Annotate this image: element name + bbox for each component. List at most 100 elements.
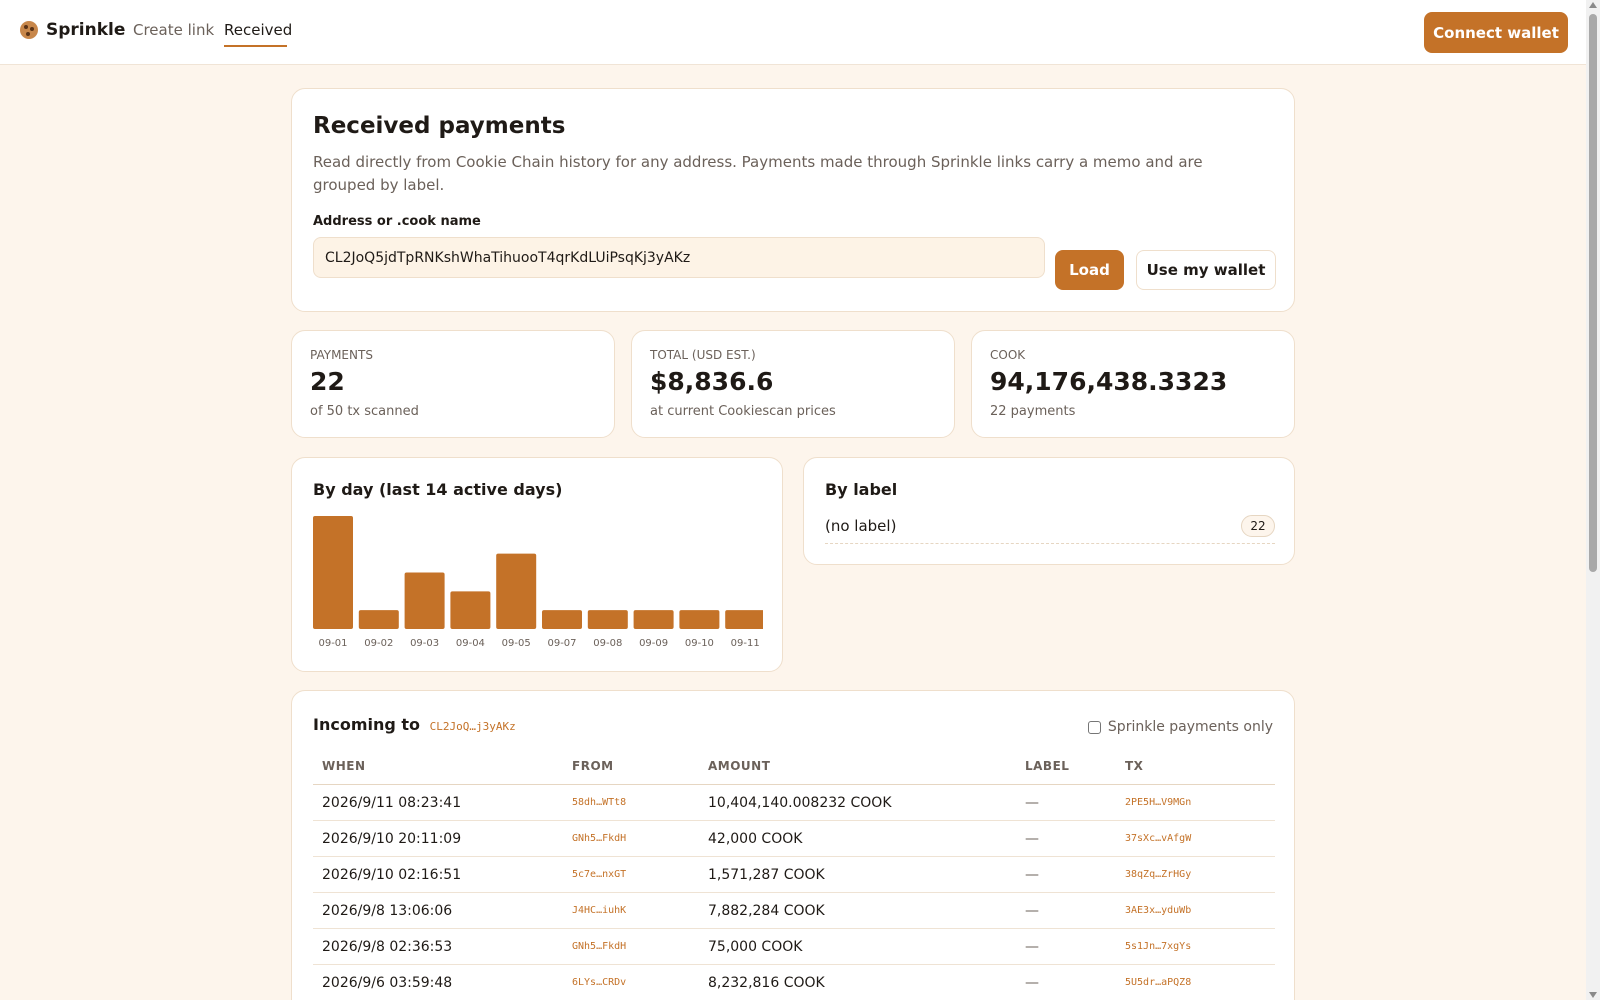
cell-when: 2026/9/11 08:23:41: [322, 795, 462, 811]
page-description: Read directly from Cookie Chain history …: [313, 153, 1203, 194]
cell-when: 2026/9/8 13:06:06: [322, 903, 453, 919]
cell-amount: 8,232,816 COOK: [708, 975, 825, 991]
table-row[interactable]: 2026/9/10 02:16:51 5c7e…nxGT 1,571,287 COO…: [313, 857, 1275, 893]
scrollbar[interactable]: [1586, 0, 1600, 1000]
nav-received[interactable]: Received: [224, 21, 292, 39]
cell-label: —: [1025, 831, 1039, 847]
cell-amount: 75,000 COOK: [708, 939, 803, 955]
sprinkle-only-checkbox[interactable]: [1087, 720, 1101, 734]
cell-label: —: [1025, 975, 1039, 991]
cell-from-link[interactable]: GNh5…FkdH: [572, 833, 626, 844]
sprinkle-only-label: Sprinkle payments only: [1107, 719, 1273, 735]
label-name: (no label): [825, 517, 897, 535]
chart-title: By day (last 14 active days): [313, 480, 563, 499]
chart-bar: [587, 610, 628, 629]
stat-label: PAYMENTS: [310, 348, 373, 362]
column-header-amount[interactable]: AMOUNT: [708, 759, 770, 773]
cell-tx-link[interactable]: 5U5dr…aPQZ8: [1125, 977, 1191, 988]
column-header-label[interactable]: LABEL: [1025, 759, 1069, 773]
chart-tick-label: 09-09: [639, 638, 668, 649]
chart-tick-label: 09-03: [410, 638, 439, 649]
incoming-title-text: Incoming to: [313, 715, 421, 734]
cell-tx-link[interactable]: 5s1Jn…7xgYs: [1125, 941, 1191, 952]
scroll-down-arrow-icon[interactable]: [1589, 992, 1597, 998]
use-my-wallet-button[interactable]: Use my wallet: [1136, 250, 1276, 290]
table-row[interactable]: 2026/9/6 03:59:48 6LYs…CRDv 8,232,816 COOK…: [313, 965, 1275, 1000]
cell-when: 2026/9/8 02:36:53: [322, 939, 453, 955]
cell-amount: 7,882,284 COOK: [708, 903, 825, 919]
chart-bar: [679, 610, 720, 629]
incoming-address[interactable]: CL2JoQ…j3yAKz: [430, 720, 516, 733]
table-row[interactable]: 2026/9/11 08:23:41 58dh…WTt8 10,404,140.00…: [313, 785, 1275, 821]
brand[interactable]: Sprinkle: [20, 20, 125, 40]
stat-value: 22: [310, 367, 345, 396]
stat-card-cook: COOK 94,176,438.3323 22 payments: [971, 330, 1295, 438]
cell-from-link[interactable]: 5c7e…nxGT: [572, 869, 626, 880]
incoming-title: Incoming to CL2JoQ…j3yAKz: [313, 715, 516, 734]
stat-value: $8,836.6: [650, 367, 774, 396]
chart-tick-label: 09-07: [547, 638, 576, 649]
cookie-icon: [20, 21, 38, 39]
chart-tick-label: 09-02: [364, 638, 393, 649]
received-payments-card: Received payments Read directly from Coo…: [291, 88, 1295, 312]
stat-subtext: of 50 tx scanned: [310, 404, 419, 419]
address-label: Address or .cook name: [313, 214, 481, 229]
chart-tick-label: 09-11: [731, 638, 760, 649]
scroll-thumb[interactable]: [1589, 14, 1597, 572]
cell-from-link[interactable]: J4HC…iuhK: [572, 905, 626, 916]
cell-label: —: [1025, 939, 1039, 955]
by-day-chart-card: By day (last 14 active days) 09-01 09-02 0…: [291, 457, 783, 672]
chart-bar: [313, 516, 353, 629]
cell-when: 2026/9/10 02:16:51: [322, 867, 462, 883]
stat-card-payments: PAYMENTS 22 of 50 tx scanned: [291, 330, 615, 438]
by-label-card: By label (no label) 22: [803, 457, 1295, 565]
chart-bar: [633, 610, 674, 629]
top-nav-bar: Sprinkle Create link Received Connect wa…: [0, 0, 1586, 65]
chart-tick-label: 09-08: [593, 638, 622, 649]
cell-amount: 1,571,287 COOK: [708, 867, 825, 883]
cell-tx-link[interactable]: 38qZq…ZrHGy: [1125, 869, 1191, 880]
chart-tick-label: 09-04: [456, 638, 485, 649]
incoming-table: WHEN FROM AMOUNT LABEL TX 2026/9/11 08:2…: [313, 749, 1275, 1000]
by-label-title: By label: [825, 480, 898, 499]
stat-subtext: 22 payments: [990, 404, 1076, 419]
cell-label: —: [1025, 867, 1039, 883]
cell-tx-link[interactable]: 3AE3x…yduWb: [1125, 905, 1191, 916]
chart-bar: [404, 572, 445, 629]
cell-tx-link[interactable]: 37sXc…vAfgW: [1125, 833, 1191, 844]
table-row[interactable]: 2026/9/10 20:11:09 GNh5…FkdH 42,000 COOK — 3…: [313, 821, 1275, 857]
chart-bar: [496, 553, 537, 629]
address-input[interactable]: [313, 237, 1045, 278]
cell-amount: 42,000 COOK: [708, 831, 803, 847]
cell-when: 2026/9/6 03:59:48: [322, 975, 453, 991]
chart-tick-label: 09-10: [685, 638, 714, 649]
stat-value: 94,176,438.3323: [990, 367, 1228, 396]
table-header: WHEN FROM AMOUNT LABEL TX: [313, 749, 1275, 785]
label-row[interactable]: (no label) 22: [825, 512, 1275, 544]
incoming-payments-card: Incoming to CL2JoQ…j3yAKz Sprinkle payme…: [291, 690, 1295, 1000]
load-button[interactable]: Load: [1055, 250, 1124, 290]
nav-create-link[interactable]: Create link: [133, 21, 214, 39]
chart-bar: [450, 591, 491, 629]
cell-from-link[interactable]: 58dh…WTt8: [572, 797, 626, 808]
cell-label: —: [1025, 903, 1039, 919]
sprinkle-only-filter[interactable]: Sprinkle payments only: [1087, 719, 1273, 735]
by-day-bar-chart: 09-01 09-02 09-03 09-04 09-05 09-07 09-08 09-09…: [313, 516, 763, 649]
column-header-from[interactable]: FROM: [572, 759, 614, 773]
page-title: Received payments: [313, 113, 566, 139]
chart-bar: [358, 610, 399, 629]
connect-wallet-button[interactable]: Connect wallet: [1424, 12, 1568, 53]
column-header-tx[interactable]: TX: [1125, 759, 1143, 773]
scroll-up-arrow-icon[interactable]: [1589, 2, 1597, 8]
column-header-when[interactable]: WHEN: [322, 759, 366, 773]
cell-label: —: [1025, 795, 1039, 811]
stat-subtext: at current Cookiescan prices: [650, 404, 836, 419]
active-tab-underline: [224, 45, 287, 47]
cell-tx-link[interactable]: 2PE5H…V9MGn: [1125, 797, 1191, 808]
label-count-badge: 22: [1241, 515, 1275, 537]
table-row[interactable]: 2026/9/8 02:36:53 GNh5…FkdH 75,000 COOK — 5s…: [313, 929, 1275, 965]
table-row[interactable]: 2026/9/8 13:06:06 J4HC…iuhK 7,882,284 COOK…: [313, 893, 1275, 929]
chart-bar: [725, 610, 763, 629]
cell-from-link[interactable]: 6LYs…CRDv: [572, 977, 626, 988]
cell-from-link[interactable]: GNh5…FkdH: [572, 941, 626, 952]
